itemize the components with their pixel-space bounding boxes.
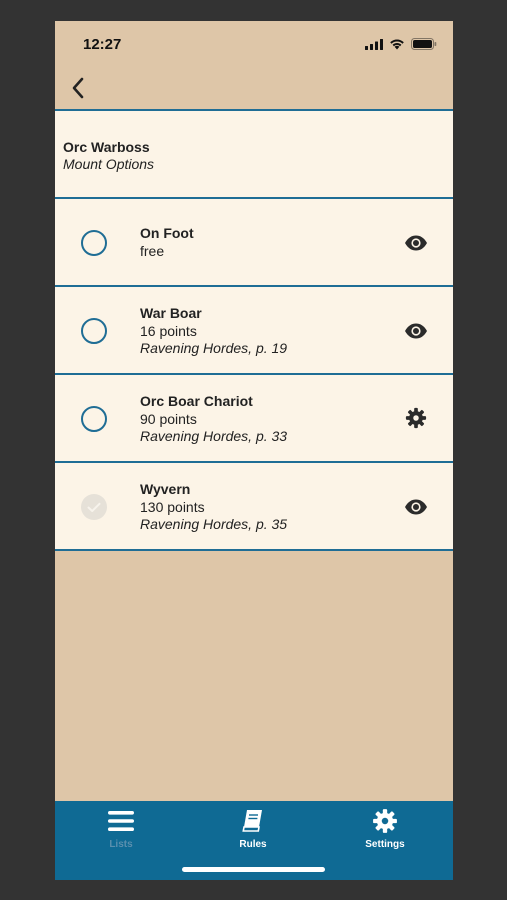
view-button[interactable] — [401, 492, 431, 522]
option-name: On Foot — [140, 225, 194, 241]
chevron-left-icon — [72, 77, 84, 99]
option-source: Ravening Hordes, p. 33 — [140, 428, 288, 444]
option-row-war-boar[interactable]: War Boar 16 points Ravening Hordes, p. 1… — [55, 287, 453, 373]
option-row-on-foot[interactable]: On Foot free — [55, 199, 453, 285]
eye-icon — [405, 235, 427, 251]
option-name: Wyvern — [140, 481, 191, 497]
option-text: Wyvern 130 points Ravening Hordes, p. 35 — [140, 481, 287, 534]
view-button[interactable] — [401, 228, 431, 258]
checkmark-icon — [87, 502, 101, 512]
radio-button[interactable] — [81, 230, 107, 256]
gear-icon — [373, 809, 397, 833]
gear-icon — [405, 407, 427, 429]
option-name: War Boar — [140, 305, 202, 321]
radio-button[interactable] — [81, 318, 107, 344]
status-time: 12:27 — [83, 36, 122, 53]
list-icon — [108, 811, 134, 831]
status-bar: 12:27 — [55, 21, 453, 67]
nav-bar — [55, 67, 453, 109]
home-indicator[interactable] — [182, 867, 325, 872]
tab-label: Settings — [365, 839, 405, 850]
option-cost: 130 points — [140, 498, 205, 515]
option-source: Ravening Hordes, p. 19 — [140, 340, 288, 356]
option-cost: 16 points — [140, 322, 197, 339]
option-text: On Foot free — [140, 225, 194, 260]
page-title: Orc Warboss — [63, 139, 150, 155]
signal-icon — [365, 38, 383, 50]
header-card: Orc Warboss Mount Options — [55, 111, 453, 197]
tab-lists[interactable]: Lists — [55, 801, 187, 861]
eye-icon — [405, 323, 427, 339]
option-cost: free — [140, 242, 165, 259]
option-row-wyvern[interactable]: Wyvern 130 points Ravening Hordes, p. 35 — [55, 463, 453, 549]
wifi-icon — [390, 39, 404, 50]
tab-settings[interactable]: Settings — [319, 801, 451, 861]
option-text: War Boar 16 points Ravening Hordes, p. 1… — [140, 305, 287, 358]
option-cost: 90 points — [140, 410, 197, 427]
page-subtitle: Mount Options — [63, 156, 155, 172]
configure-button[interactable] — [401, 403, 431, 433]
phone-screen: 12:27 Orc Warboss Mount Options On Foot … — [55, 21, 453, 880]
back-button[interactable] — [63, 73, 93, 103]
tab-rules[interactable]: Rules — [187, 801, 319, 861]
eye-icon — [405, 499, 427, 515]
divider — [55, 549, 453, 551]
status-icons — [365, 38, 437, 50]
book-icon — [242, 810, 262, 832]
radio-button[interactable] — [81, 406, 107, 432]
tab-label: Lists — [109, 839, 133, 850]
view-button[interactable] — [401, 316, 431, 346]
option-text: Orc Boar Chariot 90 points Ravening Hord… — [140, 393, 287, 446]
option-row-orc-boar-chariot[interactable]: Orc Boar Chariot 90 points Ravening Hord… — [55, 375, 453, 461]
option-source: Ravening Hordes, p. 35 — [140, 516, 288, 532]
option-name: Orc Boar Chariot — [140, 393, 253, 409]
tab-label: Rules — [239, 839, 267, 850]
battery-icon — [411, 38, 437, 50]
radio-button-selected[interactable] — [81, 494, 107, 520]
